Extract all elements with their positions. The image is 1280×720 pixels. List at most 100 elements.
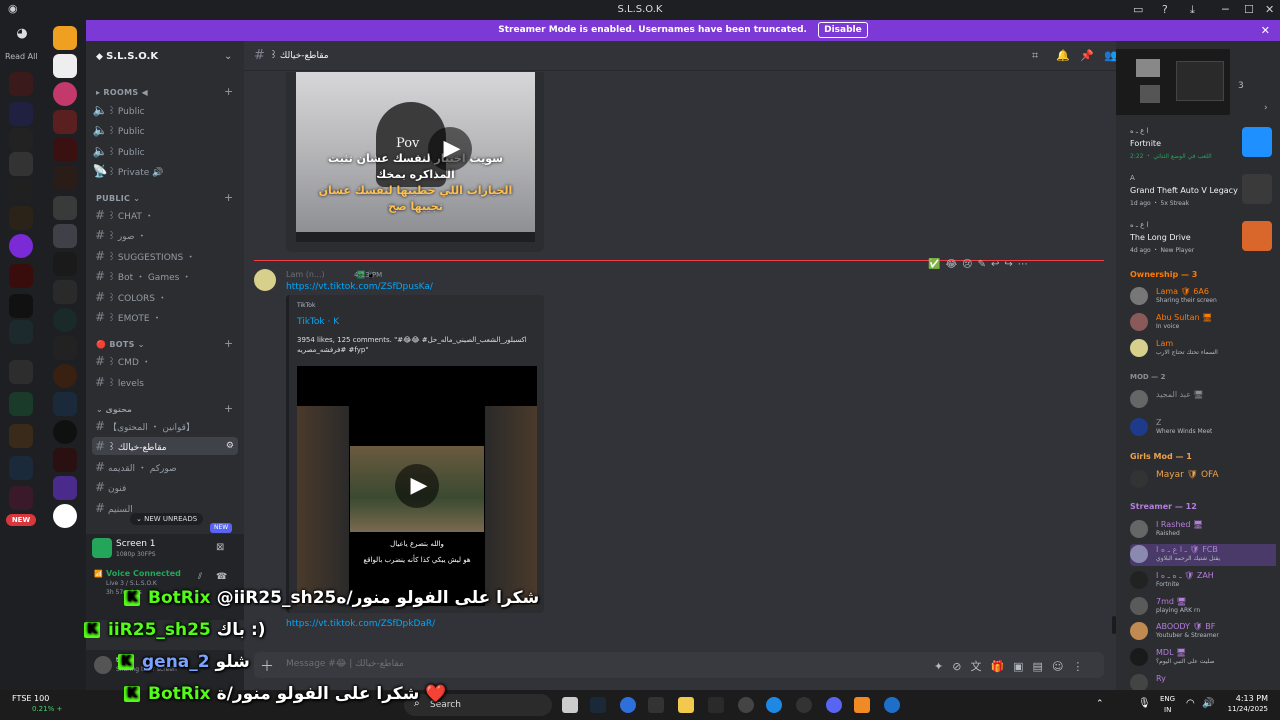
category-bots[interactable]: 🔴 BOTS ⌄ [96, 340, 145, 349]
stream-panel[interactable]: Screen 1 1080p 30FPS ⊠ [86, 534, 244, 566]
voice-channel[interactable]: 🔈꒱ Public [92, 121, 238, 139]
sticker-icon[interactable]: ▤ [1033, 660, 1052, 673]
stream-preview[interactable] [1116, 49, 1230, 115]
member-item[interactable]: I ـ ه ـ ه 🛡 ZAH Fortnite [1130, 570, 1276, 592]
voice-channel[interactable]: 📡꒱ Private 🔊 [92, 162, 238, 180]
reply-icon[interactable]: ↩ [991, 259, 1004, 270]
download-icon[interactable]: ⤓ [1190, 3, 1195, 17]
server-icon[interactable] [9, 178, 33, 202]
server-icon[interactable] [53, 476, 77, 500]
server-icon[interactable] [9, 320, 33, 344]
more-icon[interactable]: ⋯ [1018, 259, 1033, 270]
stock-ticker[interactable]: FTSE 100 [12, 694, 49, 703]
app-icon[interactable] [738, 697, 754, 713]
message-author[interactable]: Lam (n...) [286, 270, 325, 279]
member-item[interactable]: Lam السماء تحتك تحتاج الارب [1130, 338, 1276, 360]
forward-icon[interactable]: ↪ [1004, 259, 1017, 270]
text-channel[interactable]: # ꒱ EMOTE ・ [92, 308, 238, 326]
translate-icon[interactable]: 文 [970, 660, 990, 673]
file-explorer-icon[interactable] [678, 697, 694, 713]
member-item[interactable]: Mayar 🛡 OFA [1130, 469, 1276, 491]
noise-suppression-icon[interactable]: ⫽ [198, 572, 202, 582]
steam-icon[interactable] [590, 697, 606, 713]
avatar[interactable] [254, 269, 276, 291]
member-item[interactable]: 7md 🖥 playing ARK rn [1130, 596, 1276, 618]
server-icon[interactable] [53, 308, 77, 332]
emoji-icon[interactable]: ☺ [1052, 660, 1072, 673]
server-icon[interactable] [9, 294, 33, 318]
activities-icon[interactable]: ⋮ [1072, 660, 1092, 673]
wifi-icon[interactable]: ◠ [1186, 698, 1195, 709]
composer-toolbar[interactable]: ✦⊘文🎁▣▤☺⋮ [934, 658, 1092, 674]
server-icon[interactable] [9, 424, 33, 448]
language[interactable]: ENG [1160, 695, 1175, 703]
epic-games-icon[interactable] [648, 697, 664, 713]
server-icon[interactable] [9, 234, 33, 258]
disconnect-icon[interactable]: ☎ [216, 572, 227, 582]
text-channel[interactable]: # صوركم ・ القديمه [92, 458, 238, 476]
text-channel[interactable]: # ꒱ صور ・ [92, 226, 238, 244]
server-icon[interactable] [53, 336, 77, 360]
server-icon[interactable] [9, 128, 33, 152]
text-channel[interactable]: # ꒱ Bot ・ Games ・ [92, 267, 238, 285]
text-channel[interactable]: # ꒱ CMD ・ [92, 352, 238, 370]
server-icon[interactable] [53, 448, 77, 472]
add-channel-icon[interactable]: + [224, 337, 233, 350]
text-channel[interactable]: # ꒱ SUGGESTIONS ・ [92, 247, 238, 265]
laugh-reaction-icon[interactable]: 😂 [945, 259, 962, 270]
member-item[interactable]: I ـ ا ع ـ ه 🛡 FCB يقتل شتيك الرحمه البلاو… [1130, 544, 1276, 566]
avatar[interactable] [94, 656, 112, 674]
tiktok-link[interactable]: https://vt.tiktok.com/ZSfDpusKa/ [286, 282, 433, 292]
add-attachment-icon[interactable]: ＋ [260, 656, 274, 676]
app-icon[interactable] [708, 697, 724, 713]
stop-stream-icon[interactable]: ⊠ [216, 542, 224, 553]
volume-icon[interactable]: 🔊 [1202, 698, 1214, 709]
boost-icon[interactable]: ✦ [934, 660, 952, 673]
video-progress-bar[interactable] [296, 232, 535, 242]
tiktok-link[interactable]: https://vt.tiktok.com/ZSfDpkDaR/ [286, 619, 435, 629]
text-channel[interactable]: # ꒱ levels [92, 373, 238, 391]
server-icon[interactable] [53, 110, 77, 134]
check-icon[interactable]: ✅ [928, 259, 945, 270]
microphone-icon[interactable]: 🎙 [1138, 698, 1151, 709]
member-item[interactable]: عبد المجيد 🖥 [1130, 389, 1276, 411]
app-icon[interactable] [884, 697, 900, 713]
voice-channel[interactable]: 🔈꒱ Public [92, 142, 238, 160]
clock-time[interactable]: 4:13 PM [1224, 694, 1268, 703]
app-icon[interactable] [620, 697, 636, 713]
server-icon[interactable] [9, 152, 33, 176]
text-channel[interactable]: # ꒱ CHAT ・ [92, 206, 238, 224]
obs-icon[interactable] [796, 697, 812, 713]
inbox-icon[interactable]: ▭ [1133, 3, 1143, 16]
new-unreads-pill[interactable]: ⌄ NEW UNREADS [130, 513, 204, 525]
text-channel-selected[interactable]: # ꒱ مقاطع-خيالك ⚙ [92, 437, 238, 455]
activity-card[interactable]: A Grand Theft Auto V Legacy 1d ago ・ 5x … [1130, 174, 1276, 218]
text-channel[interactable]: # ꒱ COLORS ・ [92, 288, 238, 306]
server-icon[interactable] [9, 456, 33, 480]
voice-channel[interactable]: 🔈꒱ Public [92, 101, 238, 119]
server-icon[interactable] [53, 364, 77, 388]
server-icon[interactable] [9, 360, 33, 384]
activity-card[interactable]: ا ع ـ ه Fortnite 2:22 ・ اللعب في الوضع ا… [1130, 127, 1276, 171]
text-channel[interactable]: # فنون [92, 478, 238, 496]
discord-taskbar-icon[interactable] [826, 697, 842, 713]
server-icon[interactable] [9, 206, 33, 230]
server-icon[interactable] [53, 196, 77, 220]
server-icon[interactable] [9, 264, 33, 288]
server-name[interactable]: ◆ S.L.S.O.K [96, 51, 158, 62]
maximize-button[interactable]: ☐ [1244, 3, 1254, 16]
threads-icon[interactable]: ⌗ [1032, 41, 1038, 71]
category-rooms[interactable]: ▸ ROOMS ◀ [96, 88, 148, 97]
embed-title[interactable]: TikTok · K [297, 317, 339, 327]
home-discord-icon[interactable]: ◕ [8, 26, 36, 42]
server-icon[interactable] [53, 420, 77, 444]
tray-chevron-icon[interactable]: ⌃ [1096, 699, 1104, 709]
read-all-label[interactable]: Read All [5, 52, 38, 61]
server-icon[interactable] [9, 486, 33, 510]
text-channel[interactable]: # 【قوانين ・ المحتوى】 [92, 417, 238, 435]
video-player[interactable]: Pov سويت اختبار لنفسك عشان تثبت المذاكره… [296, 72, 535, 232]
server-icon[interactable] [53, 54, 77, 78]
play-icon[interactable]: ▶ [395, 464, 439, 508]
apps-icon[interactable]: ⊘ [952, 660, 970, 673]
member-item[interactable]: ABOODY 🛡 BF Youtuber & Streamer [1130, 621, 1276, 643]
